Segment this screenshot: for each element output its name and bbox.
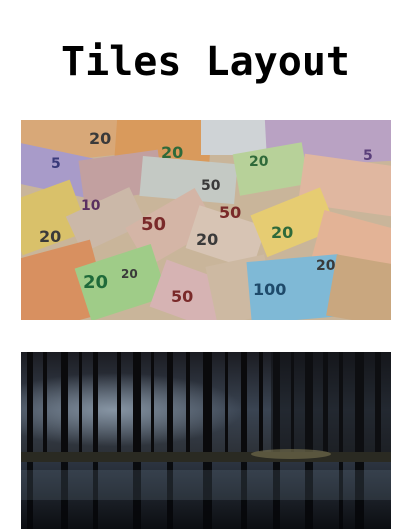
note-label: 50 <box>201 178 221 194</box>
note-label: 20 <box>83 272 108 293</box>
forest-image-tile <box>21 352 391 529</box>
note-label: 20 <box>89 129 111 148</box>
note-label: 20 <box>121 267 138 281</box>
note-label: 50 <box>219 203 241 222</box>
note-label: 20 <box>316 258 336 274</box>
note-label: 20 <box>271 223 293 242</box>
note-label: 20 <box>161 143 183 162</box>
note-label: 10 <box>81 198 101 214</box>
page-title: Tiles Layout <box>61 39 350 85</box>
note-label: 50 <box>171 287 193 306</box>
note-label: 20 <box>39 227 61 246</box>
forest-image <box>21 352 391 529</box>
banknotes-image: 20 20 5 10 20 50 50 20 20 20 50 100 5 20… <box>21 120 391 320</box>
note-label: 20 <box>196 230 218 249</box>
note-label: 20 <box>249 154 269 170</box>
banknotes-image-tile: 20 20 5 10 20 50 50 20 20 20 50 100 5 20… <box>21 120 391 320</box>
note-label: 100 <box>253 280 286 299</box>
note-label: 5 <box>51 156 61 172</box>
note-label: 5 <box>363 148 373 164</box>
note-label: 50 <box>141 214 166 235</box>
